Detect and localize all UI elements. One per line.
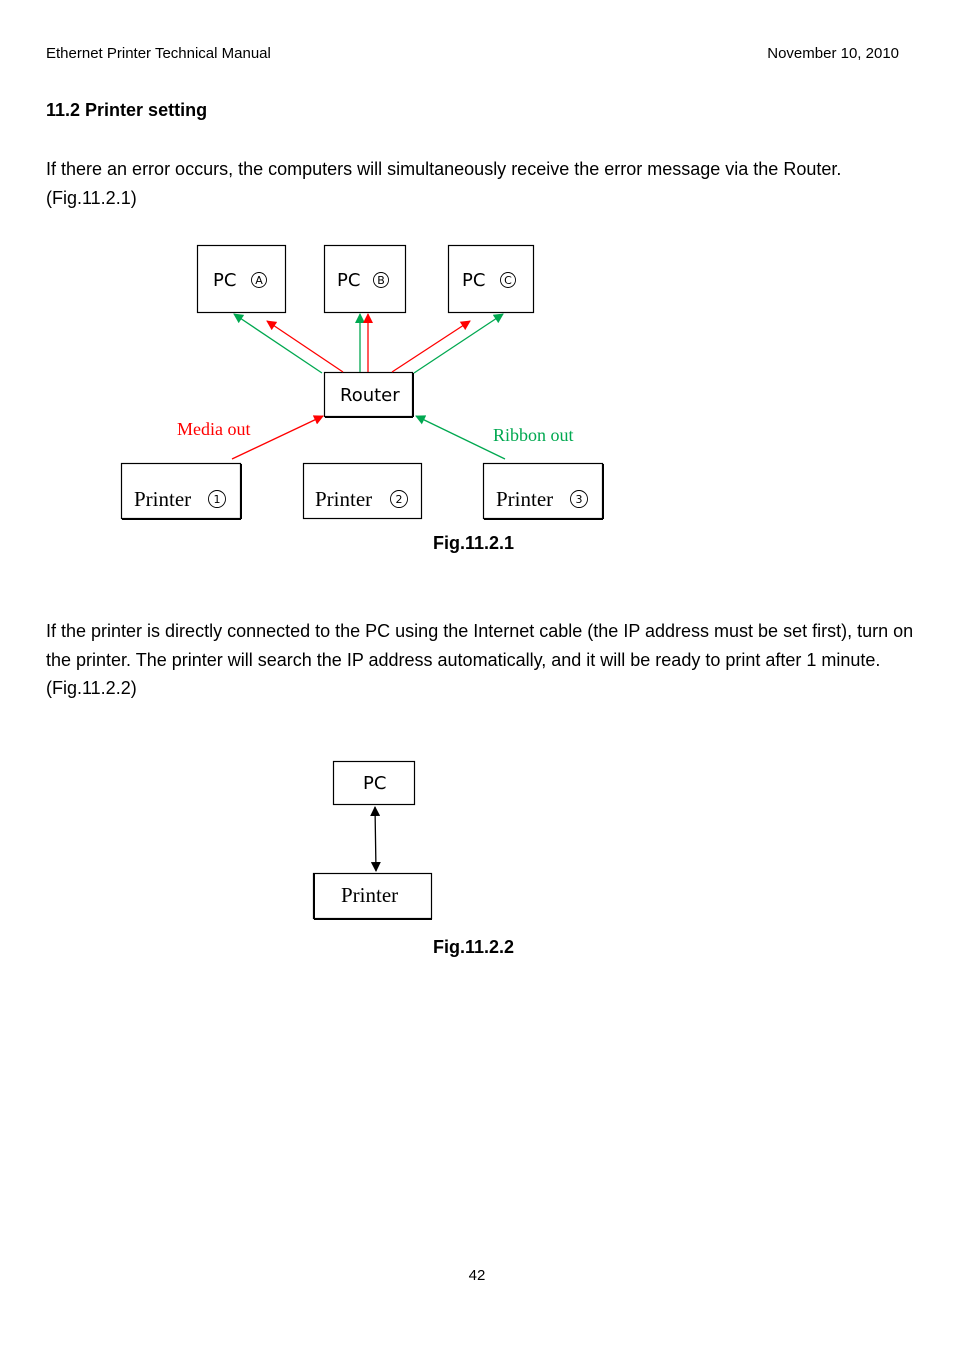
figure-1-caption: Fig.11.2.1: [433, 533, 515, 553]
printer-3-node: Printer 3: [482, 462, 604, 520]
pc-direct-node: PC: [332, 760, 416, 806]
pc-c-label: PC: [462, 270, 485, 291]
pc-a-label: PC: [213, 270, 236, 291]
paragraph-direct-connection: If the printer is directly connected to …: [46, 621, 914, 698]
arrow-router-to-pc-c-green: [413, 313, 504, 374]
figure-2-caption: Fig.11.2.2: [433, 937, 515, 957]
arrow-pc-printer-bidirectional: [370, 806, 381, 872]
printer-3-label: Printer: [496, 487, 553, 511]
page-number: 42: [468, 1267, 486, 1284]
printer-3-marker: 3: [576, 493, 583, 506]
printer-1-label: Printer: [134, 487, 191, 511]
pc-a-marker: A: [255, 274, 263, 287]
pc-b-marker: B: [377, 274, 385, 287]
media-out-label: Media out: [177, 419, 251, 439]
pc-c-marker: C: [504, 274, 512, 287]
ribbon-out-label: Ribbon out: [493, 425, 574, 445]
printer-1-marker: 1: [214, 493, 221, 506]
pc-a-node: PC A: [196, 244, 287, 314]
printer-direct-node: Printer: [312, 872, 433, 920]
router-node: Router: [323, 371, 414, 418]
printer-direct-label: Printer: [341, 883, 398, 907]
printer-2-node: Printer 2: [302, 462, 423, 520]
arrow-printer-3-to-router: [415, 415, 506, 460]
pc-b-node: PC B: [323, 244, 407, 314]
printer-2-marker: 2: [396, 493, 403, 506]
pc-b-label: PC: [337, 270, 360, 291]
printer-2-label: Printer: [315, 487, 372, 511]
printer-1-node: Printer 1: [120, 462, 242, 520]
arrow-router-to-pc-a-red: [266, 320, 344, 373]
pc-c-node: PC C: [447, 244, 535, 314]
arrow-router-to-pc-a-green: [233, 313, 323, 374]
pc-direct-label: PC: [363, 773, 386, 794]
router-label: Router: [340, 385, 400, 406]
arrow-router-to-pc-c-red: [391, 320, 471, 373]
